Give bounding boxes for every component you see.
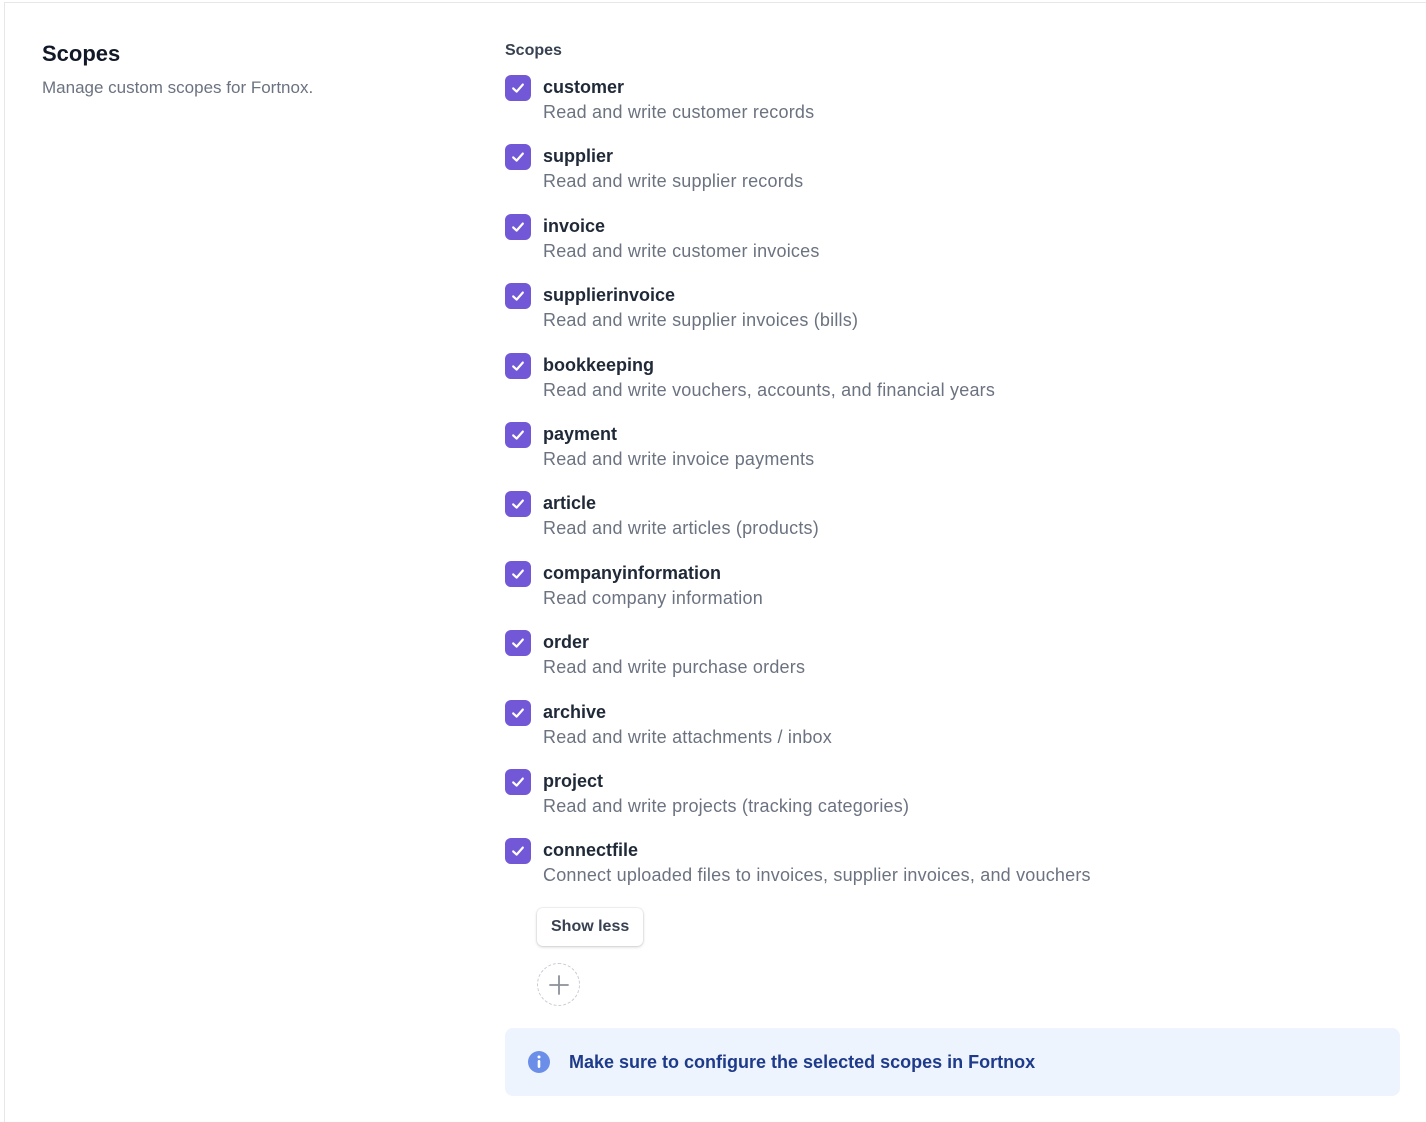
check-icon <box>512 638 524 648</box>
scope-text: order Read and write purchase orders <box>543 630 805 680</box>
info-icon <box>528 1051 550 1073</box>
scope-item-article: article Read and write articles (products… <box>505 491 1400 560</box>
scope-text: bookkeeping Read and write vouchers, acco… <box>543 353 995 403</box>
scope-description: Read and write projects (tracking catego… <box>543 795 910 816</box>
scopes-field-label: Scopes <box>505 42 562 59</box>
scope-item-bookkeeping: bookkeeping Read and write vouchers, acco… <box>505 352 1400 422</box>
scope-description: Read and write customer invoices <box>543 240 820 261</box>
scope-text: invoice Read and write customer invoices <box>543 214 820 264</box>
scope-description: Read company information <box>543 587 763 608</box>
scope-name[interactable]: invoice <box>543 214 820 238</box>
scope-name[interactable]: article <box>543 491 819 515</box>
scope-checkbox-companyinformation[interactable] <box>505 560 531 587</box>
scope-item-payment: payment Read and write invoice payments <box>505 421 1400 491</box>
scope-checkbox-connectfile[interactable] <box>505 838 531 865</box>
scope-name[interactable]: order <box>543 630 805 654</box>
section-description: Manage custom scopes for Fortnox. <box>42 78 314 97</box>
check-icon <box>512 777 524 787</box>
scope-checkbox-project[interactable] <box>505 768 531 795</box>
scope-description: Read and write purchase orders <box>543 657 806 678</box>
scope-name[interactable]: project <box>543 769 909 793</box>
scope-item-project: project Read and write projects (tracking… <box>505 768 1400 838</box>
scope-text: payment Read and write invoice payments <box>543 422 814 472</box>
scope-name[interactable]: bookkeeping <box>543 353 995 377</box>
scope-description: Connect uploaded files to invoices, supp… <box>543 865 1091 886</box>
scope-item-connectfile: connectfile Connect uploaded files to inv… <box>505 838 1400 907</box>
scope-item-customer: customer Read and write customer records <box>505 75 1400 144</box>
scope-description: Read and write attachments / inbox <box>543 726 832 747</box>
check-icon <box>512 291 524 301</box>
scope-checkbox-article[interactable] <box>505 491 531 518</box>
check-icon <box>512 846 524 856</box>
check-icon <box>512 152 524 163</box>
scope-checkbox-bookkeeping[interactable] <box>505 352 531 379</box>
scope-item-companyinformation: companyinformation Read company informati… <box>505 560 1400 630</box>
info-alert: Make sure to configure the selected scop… <box>505 1028 1400 1096</box>
scope-text: article Read and write articles (products… <box>543 491 819 541</box>
scope-description: Read and write articles (products) <box>543 518 819 539</box>
check-icon <box>512 569 524 579</box>
scope-description: Read and write supplier records <box>543 171 804 192</box>
scope-item-supplier: supplier Read and write supplier records <box>505 144 1400 213</box>
scope-checkbox-order[interactable] <box>505 630 531 657</box>
section-header: Scopes Manage custom scopes for Fortnox. <box>42 41 462 99</box>
scope-checkbox-payment[interactable] <box>505 421 531 448</box>
scope-checkbox-supplierinvoice[interactable] <box>505 283 531 310</box>
section-title: Scopes <box>42 41 121 66</box>
scope-description: Read and write invoice payments <box>543 448 815 469</box>
scope-name[interactable]: payment <box>543 422 814 446</box>
scope-item-supplierinvoice: supplierinvoice Read and write supplier i… <box>505 283 1400 352</box>
scope-list: customer Read and write customer records s… <box>505 75 1400 908</box>
scope-text: connectfile Connect uploaded files to inv… <box>543 838 1091 888</box>
scope-checkbox-customer[interactable] <box>505 75 531 101</box>
scopes-card: Scopes Manage custom scopes for Fortnox.… <box>4 2 1426 1122</box>
check-icon <box>512 222 524 232</box>
scope-checkbox-supplier[interactable] <box>505 144 531 171</box>
scope-item-invoice: invoice Read and write customer invoices <box>505 213 1400 283</box>
scope-name[interactable]: connectfile <box>543 838 1091 862</box>
scope-item-archive: archive Read and write attachments / inbo… <box>505 699 1400 769</box>
check-icon <box>512 499 524 510</box>
scope-checkbox-invoice[interactable] <box>505 213 531 240</box>
scope-text: customer Read and write customer records <box>543 75 814 125</box>
info-text: Make sure to configure the selected scop… <box>569 1051 1036 1072</box>
scope-text: archive Read and write attachments / inbo… <box>543 700 832 750</box>
scope-name[interactable]: companyinformation <box>543 561 763 585</box>
scope-text: project Read and write projects (tracking… <box>543 769 909 819</box>
scope-description: Read and write supplier invoices (bills) <box>543 310 859 331</box>
scope-item-order: order Read and write purchase orders <box>505 630 1400 699</box>
check-icon <box>512 361 524 371</box>
scope-name[interactable]: supplier <box>543 144 803 168</box>
scope-text: supplierinvoice Read and write supplier i… <box>543 283 858 333</box>
scope-text: companyinformation Read company informati… <box>543 561 763 611</box>
scope-name[interactable]: archive <box>543 700 832 724</box>
plus-icon <box>548 974 569 995</box>
scope-checkbox-archive[interactable] <box>505 699 531 726</box>
show-less-button[interactable]: Show less <box>537 908 644 946</box>
scope-name[interactable]: customer <box>543 75 814 99</box>
scope-description: Read and write vouchers, accounts, and f… <box>543 379 996 400</box>
scopes-field: Scopes customer Read and write customer r… <box>505 41 1400 1096</box>
check-icon <box>512 430 524 440</box>
add-scope-button[interactable] <box>537 963 580 1006</box>
scope-text: supplier Read and write supplier records <box>543 144 803 194</box>
scope-description: Read and write customer records <box>543 102 815 122</box>
scope-name[interactable]: supplierinvoice <box>543 283 858 307</box>
check-icon <box>512 83 524 93</box>
check-icon <box>512 708 524 718</box>
